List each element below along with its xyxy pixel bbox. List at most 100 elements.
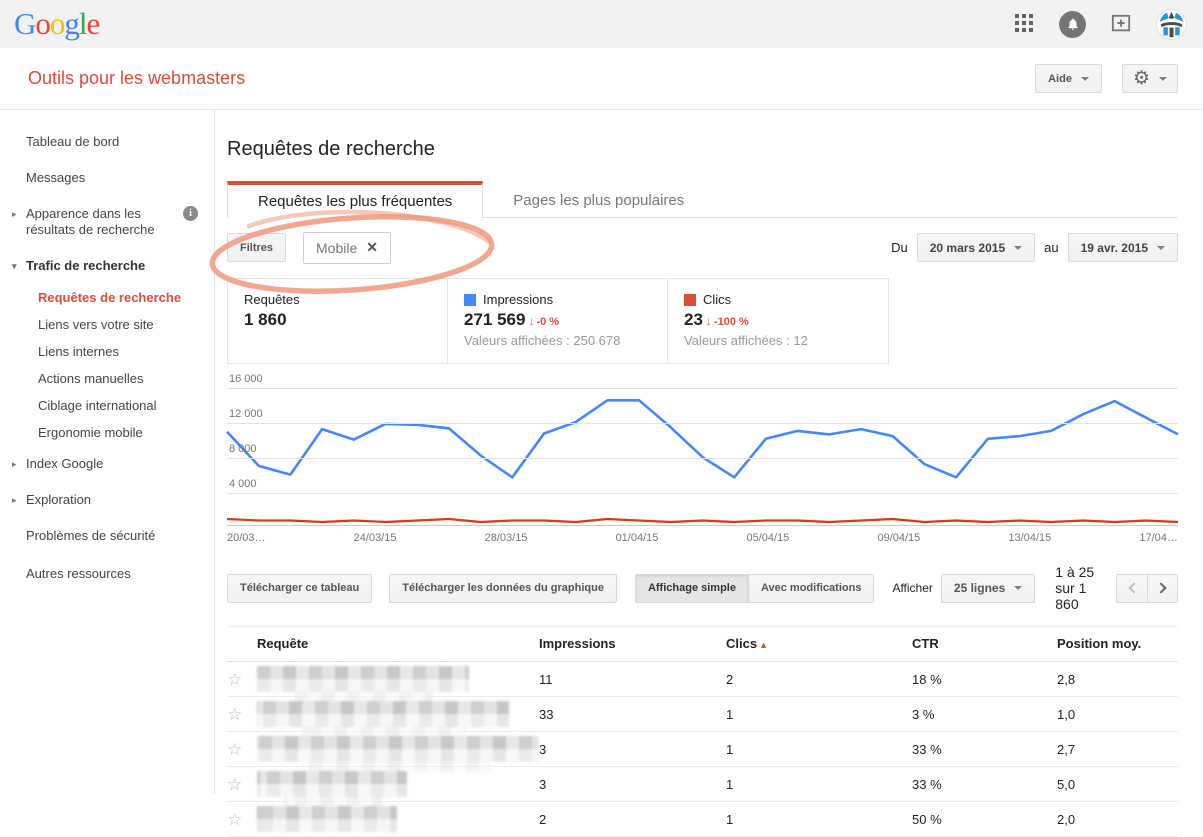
google-logo[interactable]: Google xyxy=(14,0,99,48)
close-icon[interactable]: ✕ xyxy=(366,239,378,256)
clicks-delta: ↓ -100 % xyxy=(706,314,749,328)
cell-position: 2,0 xyxy=(1057,802,1178,837)
rows-per-page-value: 25 lignes xyxy=(954,581,1005,595)
chart-y-tick-label: 12 000 xyxy=(229,408,263,420)
sidebar-item-label: Ciblage international xyxy=(38,398,157,413)
logo-letter: o xyxy=(50,0,65,48)
arrow-down-icon: ↓ xyxy=(528,314,534,328)
notifications-bell-icon[interactable] xyxy=(1059,11,1086,38)
redacted-query[interactable] xyxy=(257,666,469,692)
account-avatar[interactable] xyxy=(1156,9,1187,40)
sidebar-item-manual-actions[interactable]: Actions manuelles xyxy=(0,365,214,392)
chart-plot-area: 16 00012 0008 0004 000 xyxy=(227,376,1178,526)
chart-x-tick-label: 17/04… xyxy=(1139,532,1178,544)
cell-clicks: 1 xyxy=(726,767,912,802)
star-icon[interactable]: ☆ xyxy=(227,775,242,794)
cell-ctr: 33 % xyxy=(912,767,1057,802)
view-simple-button[interactable]: Affichage simple xyxy=(635,574,749,603)
sidebar-item-messages[interactable]: Messages xyxy=(0,160,214,196)
sidebar-item-label: Liens vers votre site xyxy=(38,317,154,332)
sidebar-item-label: Apparence dans les résultats de recherch… xyxy=(26,206,155,237)
settings-button[interactable]: ⚙ xyxy=(1122,64,1178,93)
chevron-down-icon xyxy=(1159,77,1167,81)
sidebar-item-search-queries[interactable]: Requêtes de recherche xyxy=(0,284,214,311)
sidebar-item-google-index[interactable]: ▸ Index Google xyxy=(0,446,214,482)
sidebar-item-label: Actions manuelles xyxy=(38,371,144,386)
next-page-button[interactable] xyxy=(1147,574,1178,603)
sidebar-item-security-issues[interactable]: Problèmes de sécurité xyxy=(0,518,214,554)
app-bar: Outils pour les webmasters Aide ⚙ xyxy=(0,48,1203,110)
chart-series-line xyxy=(227,400,1178,477)
download-table-button[interactable]: Télécharger ce tableau xyxy=(227,574,372,603)
date-from-button[interactable]: 20 mars 2015 xyxy=(917,233,1035,262)
star-icon[interactable]: ☆ xyxy=(227,670,242,689)
chart-x-tick-label: 05/04/15 xyxy=(747,532,790,544)
cell-impressions: 2 xyxy=(539,802,726,837)
page-title: Requêtes de recherche xyxy=(227,138,1178,161)
column-header-query[interactable]: Requête xyxy=(257,627,539,662)
column-header-ctr[interactable]: CTR xyxy=(912,627,1057,662)
main-content: Requêtes de recherche Requêtes les plus … xyxy=(215,110,1203,794)
redacted-query[interactable] xyxy=(257,701,509,727)
view-toggle: Affichage simple Avec modifications xyxy=(635,574,874,603)
chevron-right-icon: ▸ xyxy=(12,456,17,472)
column-header-clicks-sorted[interactable]: Clics▲ xyxy=(726,627,912,662)
star-icon[interactable]: ☆ xyxy=(227,705,242,724)
sidebar-item-mobile-usability[interactable]: Ergonomie mobile xyxy=(0,419,214,446)
stat-clicks-label: Clics xyxy=(703,292,731,307)
chart-gridline xyxy=(227,423,1178,424)
tab-top-queries[interactable]: Requêtes les plus fréquentes xyxy=(227,181,483,218)
column-header-impressions[interactable]: Impressions xyxy=(539,627,726,662)
previous-page-button[interactable] xyxy=(1116,574,1147,603)
sidebar-item-search-appearance[interactable]: ▸ Apparence dans les résultats de recher… xyxy=(0,196,214,248)
sidebar-item-search-traffic[interactable]: ▾ Trafic de recherche xyxy=(0,248,214,284)
sidebar-item-dashboard[interactable]: Tableau de bord xyxy=(0,124,214,160)
view-with-changes-button[interactable]: Avec modifications xyxy=(748,574,874,603)
date-from-value: 20 mars 2015 xyxy=(930,241,1005,255)
arrow-down-icon: ↓ xyxy=(706,314,712,328)
filter-chip-label: Mobile xyxy=(316,240,357,256)
stat-clicks: Clics 23 ↓ -100 % Valeurs affichées : 12 xyxy=(668,279,888,363)
chart-gridline xyxy=(227,493,1178,494)
cell-position: 2,7 xyxy=(1057,732,1178,767)
sidebar-item-crawl[interactable]: ▸ Exploration xyxy=(0,482,214,518)
info-icon[interactable]: i xyxy=(183,206,198,221)
star-icon[interactable]: ☆ xyxy=(227,740,242,759)
sidebar-item-label: Exploration xyxy=(26,492,91,507)
sidebar-item-other-resources[interactable]: Autres ressources xyxy=(0,554,214,592)
help-button[interactable]: Aide xyxy=(1035,64,1102,93)
rows-per-page-select[interactable]: 25 lignes xyxy=(941,574,1035,603)
sidebar-item-label: Requêtes de recherche xyxy=(38,290,181,305)
chevron-down-icon xyxy=(1157,246,1165,250)
apps-grid-icon[interactable] xyxy=(1015,14,1035,34)
filter-chip-mobile[interactable]: Mobile ✕ xyxy=(303,232,391,264)
sidebar-item-label: Autres ressources xyxy=(26,566,131,581)
chart-x-axis: 20/03…24/03/1528/03/1501/04/1505/04/1509… xyxy=(227,532,1178,544)
filters-button[interactable]: Filtres xyxy=(227,233,286,262)
sidebar: Tableau de bord Messages ▸ Apparence dan… xyxy=(0,110,215,794)
sidebar-item-links-to-site[interactable]: Liens vers votre site xyxy=(0,311,214,338)
table-row: ☆ 2 1 50 % 2,0 xyxy=(227,802,1178,837)
redacted-query[interactable] xyxy=(257,806,397,832)
star-icon[interactable]: ☆ xyxy=(227,810,242,829)
clicks-header-label: Clics xyxy=(726,636,757,651)
cell-clicks: 1 xyxy=(726,697,912,732)
date-to-button[interactable]: 19 avr. 2015 xyxy=(1068,233,1178,262)
filters-button-label: Filtres xyxy=(240,242,273,254)
chart-x-tick-label: 01/04/15 xyxy=(616,532,659,544)
gear-icon: ⚙ xyxy=(1133,69,1150,88)
redacted-query[interactable] xyxy=(257,736,539,762)
add-property-icon[interactable] xyxy=(1110,14,1132,34)
download-chart-data-button[interactable]: Télécharger les données du graphique xyxy=(389,574,617,603)
date-range-control: Du 20 mars 2015 au 19 avr. 2015 xyxy=(891,233,1178,262)
tab-top-pages[interactable]: Pages les plus populaires xyxy=(483,184,714,217)
table-header-row: Requête Impressions Clics▲ CTR Position … xyxy=(227,627,1178,662)
star-column-header xyxy=(227,627,257,662)
redacted-query[interactable] xyxy=(257,771,407,797)
sidebar-item-international-targeting[interactable]: Ciblage international xyxy=(0,392,214,419)
column-header-position[interactable]: Position moy. xyxy=(1057,627,1178,662)
stat-impressions: Impressions 271 569 ↓ -0 % Valeurs affic… xyxy=(448,279,668,363)
sidebar-item-internal-links[interactable]: Liens internes xyxy=(0,338,214,365)
chevron-right-icon: ▸ xyxy=(12,492,17,508)
chevron-left-icon xyxy=(1128,582,1139,593)
